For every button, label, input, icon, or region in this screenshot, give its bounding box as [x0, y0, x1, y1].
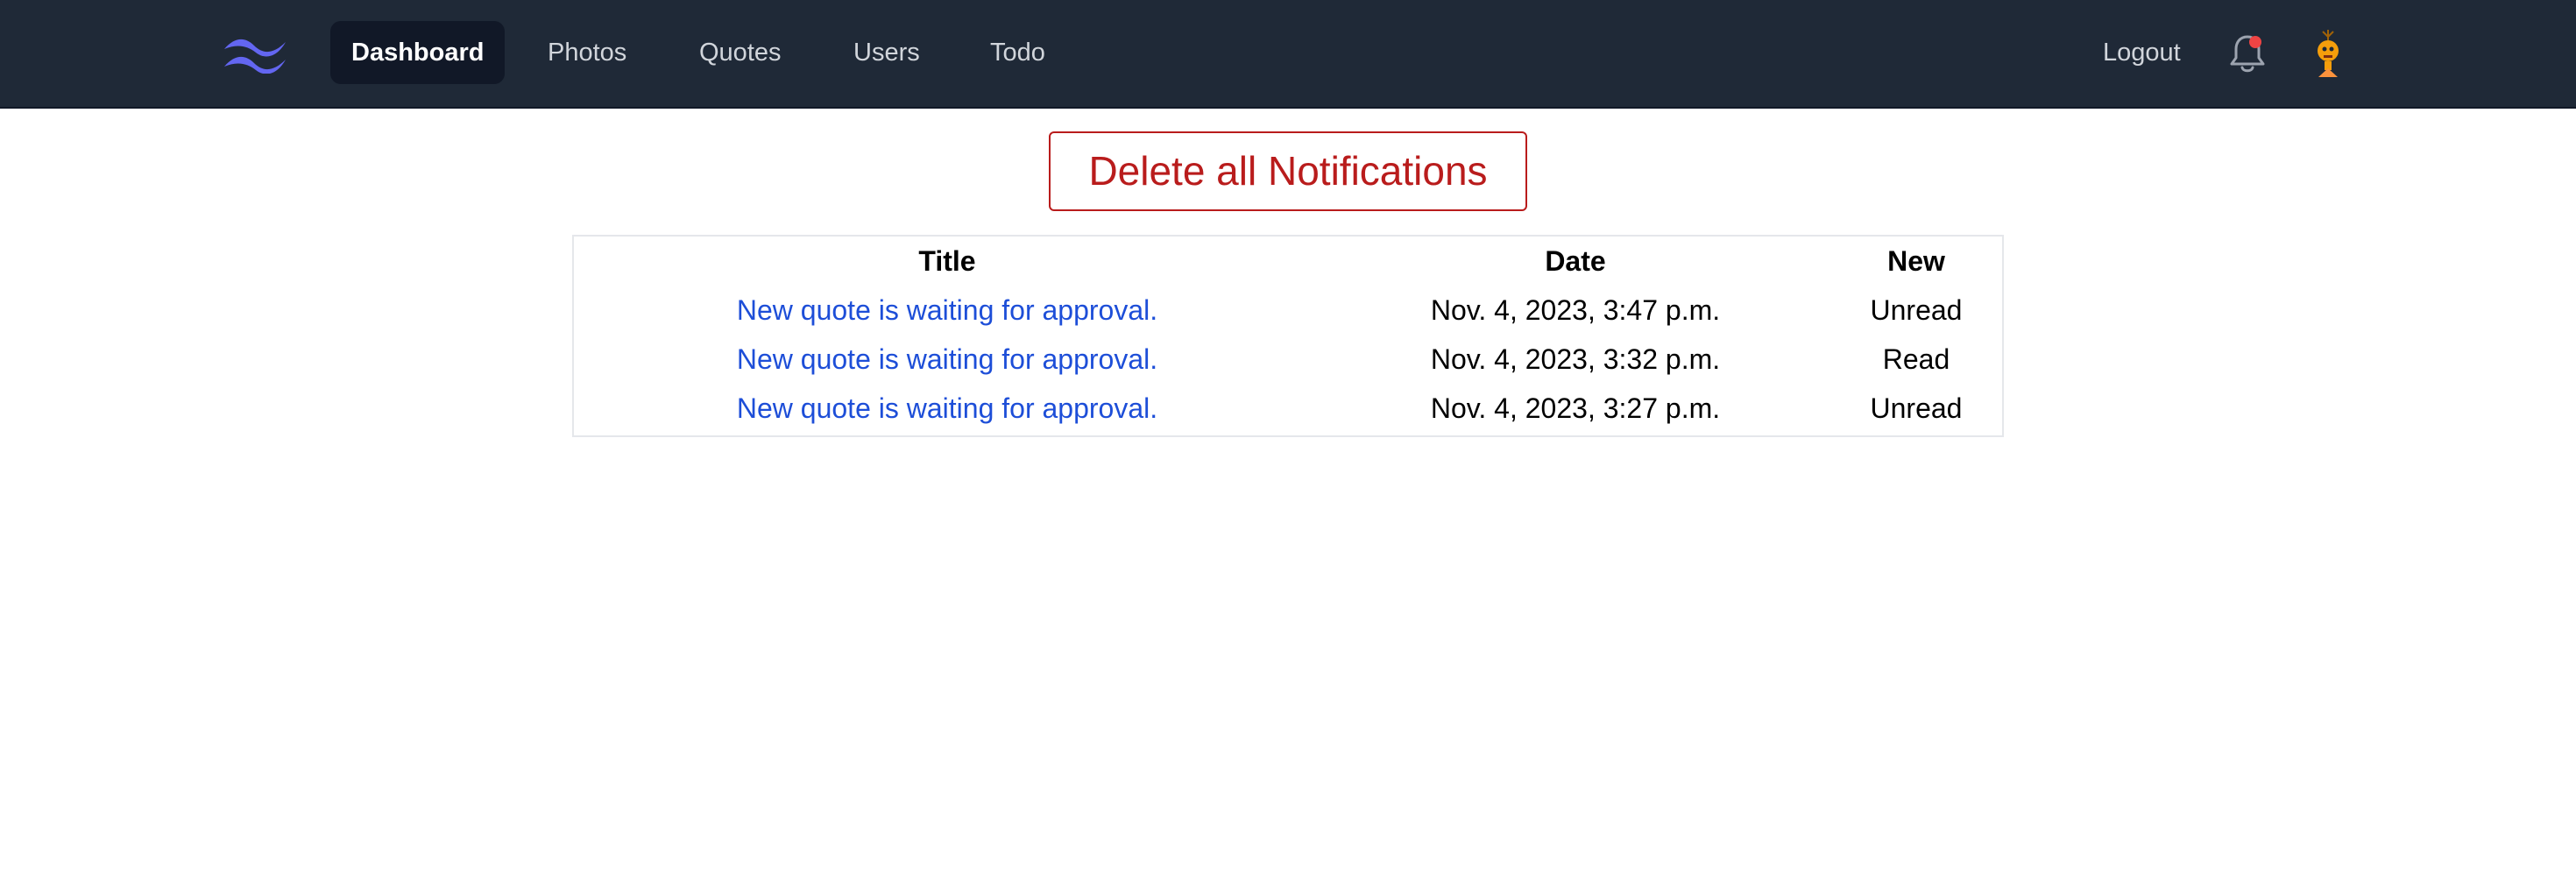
- logout-link[interactable]: Logout: [2103, 21, 2181, 84]
- nav-item-dashboard[interactable]: Dashboard: [330, 21, 506, 84]
- tailwind-logo-icon[interactable]: [223, 32, 287, 74]
- nav-item-photos[interactable]: Photos: [527, 21, 648, 84]
- nav-item-quotes[interactable]: Quotes: [678, 21, 803, 84]
- notification-badge: [2249, 36, 2261, 48]
- notification-status: Read: [1882, 343, 1950, 375]
- notification-status: Unread: [1870, 293, 1963, 326]
- notification-date: Nov. 4, 2023, 3:32 p.m.: [1430, 343, 1721, 375]
- header-date: Date: [1545, 244, 1606, 277]
- notification-title-link[interactable]: New quote is waiting for approval.: [737, 392, 1157, 424]
- notification-date: Nov. 4, 2023, 3:27 p.m.: [1430, 392, 1721, 424]
- nav-item-users[interactable]: Users: [832, 21, 941, 84]
- top-navbar: Dashboard Photos Quotes Users Todo Logou…: [0, 0, 2576, 109]
- robot-avatar-icon[interactable]: [2306, 26, 2350, 82]
- table-row: New quote is waiting for approval. Nov. …: [574, 286, 2002, 335]
- delete-all-notifications-button[interactable]: Delete all Notifications: [1049, 131, 1527, 211]
- header-new: New: [1887, 244, 1945, 277]
- table-header-row: Title Date New: [574, 237, 2002, 286]
- notifications-table: Title Date New New quote is waiting for …: [572, 235, 2004, 437]
- table-row: New quote is waiting for approval. Nov. …: [574, 384, 2002, 433]
- notification-status: Unread: [1870, 392, 1963, 424]
- header-title: Title: [918, 244, 976, 277]
- notification-title-link[interactable]: New quote is waiting for approval.: [737, 294, 1157, 326]
- bell-icon[interactable]: [2227, 32, 2268, 75]
- notification-title-link[interactable]: New quote is waiting for approval.: [737, 343, 1157, 375]
- table-row: New quote is waiting for approval. Nov. …: [574, 335, 2002, 384]
- nav-item-todo[interactable]: Todo: [969, 21, 1066, 84]
- notification-date: Nov. 4, 2023, 3:47 p.m.: [1430, 293, 1721, 326]
